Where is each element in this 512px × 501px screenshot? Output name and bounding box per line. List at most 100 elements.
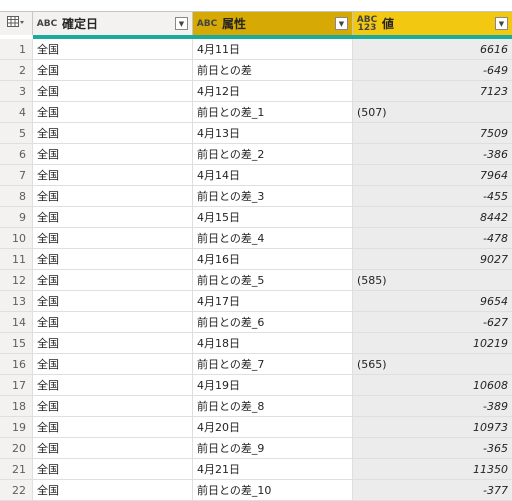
cell-atai[interactable]: 10973 [353,417,512,438]
cell-atai[interactable]: 9027 [353,249,512,270]
cell-atai[interactable]: -389 [353,396,512,417]
row-number[interactable]: 1 [0,39,33,60]
cell-atai[interactable]: 7964 [353,165,512,186]
cell-zokusei[interactable]: 4月21日 [193,459,353,480]
cell-zokusei[interactable]: 4月17日 [193,291,353,312]
table-row[interactable]: 14 全国 前日との差_6 -627 [0,312,512,333]
cell-atai[interactable]: -365 [353,438,512,459]
table-row[interactable]: 8 全国 前日との差_3 -455 [0,186,512,207]
cell-zokusei[interactable]: 4月14日 [193,165,353,186]
table-row[interactable]: 3 全国 4月12日 7123 [0,81,512,102]
cell-zokusei[interactable]: 前日との差_2 [193,144,353,165]
cell-atai[interactable]: 10219 [353,333,512,354]
table-row[interactable]: 21 全国 4月21日 11350 [0,459,512,480]
cell-kakuteibi[interactable]: 全国 [33,81,193,102]
cell-kakuteibi[interactable]: 全国 [33,60,193,81]
cell-zokusei[interactable]: 4月15日 [193,207,353,228]
cell-atai[interactable]: 6616 [353,39,512,60]
cell-kakuteibi[interactable]: 全国 [33,396,193,417]
table-row[interactable]: 22 全国 前日との差_10 -377 [0,480,512,501]
cell-kakuteibi[interactable]: 全国 [33,291,193,312]
text-type-icon[interactable]: ABC [36,19,58,28]
cell-zokusei[interactable]: 前日との差_10 [193,480,353,501]
cell-zokusei[interactable]: 前日との差_1 [193,102,353,123]
table-row[interactable]: 1 全国 4月11日 6616 [0,39,512,60]
filter-dropdown-icon[interactable]: ▼ [335,17,348,30]
row-number[interactable]: 2 [0,60,33,81]
cell-atai[interactable]: (507) [353,102,512,123]
cell-zokusei[interactable]: 前日との差_9 [193,438,353,459]
row-number[interactable]: 8 [0,186,33,207]
cell-atai[interactable]: 7509 [353,123,512,144]
filter-dropdown-icon[interactable]: ▼ [495,17,508,30]
table-row[interactable]: 10 全国 前日との差_4 -478 [0,228,512,249]
row-number[interactable]: 22 [0,480,33,501]
row-number[interactable]: 16 [0,354,33,375]
cell-kakuteibi[interactable]: 全国 [33,186,193,207]
column-header-atai[interactable]: ABC 123 値 ▼ [353,11,512,35]
cell-kakuteibi[interactable]: 全国 [33,417,193,438]
cell-atai[interactable]: 8442 [353,207,512,228]
table-row[interactable]: 18 全国 前日との差_8 -389 [0,396,512,417]
row-number[interactable]: 11 [0,249,33,270]
cell-kakuteibi[interactable]: 全国 [33,312,193,333]
cell-kakuteibi[interactable]: 全国 [33,207,193,228]
cell-zokusei[interactable]: 前日との差_5 [193,270,353,291]
cell-zokusei[interactable]: 前日との差 [193,60,353,81]
row-number[interactable]: 20 [0,438,33,459]
cell-kakuteibi[interactable]: 全国 [33,459,193,480]
cell-zokusei[interactable]: 4月19日 [193,375,353,396]
row-number[interactable]: 3 [0,81,33,102]
table-row[interactable]: 17 全国 4月19日 10608 [0,375,512,396]
cell-zokusei[interactable]: 4月13日 [193,123,353,144]
row-number[interactable]: 7 [0,165,33,186]
cell-zokusei[interactable]: 4月16日 [193,249,353,270]
row-number[interactable]: 5 [0,123,33,144]
table-row[interactable]: 19 全国 4月20日 10973 [0,417,512,438]
cell-zokusei[interactable]: 4月18日 [193,333,353,354]
cell-zokusei[interactable]: 4月11日 [193,39,353,60]
table-row[interactable]: 7 全国 4月14日 7964 [0,165,512,186]
cell-kakuteibi[interactable]: 全国 [33,354,193,375]
row-number[interactable]: 14 [0,312,33,333]
cell-atai[interactable]: 9654 [353,291,512,312]
cell-atai[interactable]: -377 [353,480,512,501]
cell-kakuteibi[interactable]: 全国 [33,249,193,270]
column-header-zokusei[interactable]: ABC 属性 ▼ [193,11,353,35]
table-row[interactable]: 12 全国 前日との差_5 (585) [0,270,512,291]
table-row[interactable]: 2 全国 前日との差 -649 [0,60,512,81]
cell-atai[interactable]: (585) [353,270,512,291]
table-row[interactable]: 9 全国 4月15日 8442 [0,207,512,228]
any-type-icon[interactable]: ABC 123 [356,15,378,32]
table-row[interactable]: 11 全国 4月16日 9027 [0,249,512,270]
cell-kakuteibi[interactable]: 全国 [33,480,193,501]
cell-atai[interactable]: (565) [353,354,512,375]
row-number[interactable]: 15 [0,333,33,354]
cell-zokusei[interactable]: 前日との差_4 [193,228,353,249]
cell-kakuteibi[interactable]: 全国 [33,123,193,144]
cell-kakuteibi[interactable]: 全国 [33,228,193,249]
text-type-icon[interactable]: ABC [196,19,218,28]
table-row[interactable]: 4 全国 前日との差_1 (507) [0,102,512,123]
cell-zokusei[interactable]: 前日との差_3 [193,186,353,207]
cell-kakuteibi[interactable]: 全国 [33,39,193,60]
cell-zokusei[interactable]: 前日との差_8 [193,396,353,417]
row-number[interactable]: 6 [0,144,33,165]
row-number[interactable]: 12 [0,270,33,291]
cell-kakuteibi[interactable]: 全国 [33,102,193,123]
row-number[interactable]: 9 [0,207,33,228]
cell-zokusei[interactable]: 4月12日 [193,81,353,102]
cell-atai[interactable]: -455 [353,186,512,207]
row-number[interactable]: 21 [0,459,33,480]
table-row[interactable]: 13 全国 4月17日 9654 [0,291,512,312]
cell-atai[interactable]: 7123 [353,81,512,102]
table-row[interactable]: 20 全国 前日との差_9 -365 [0,438,512,459]
cell-kakuteibi[interactable]: 全国 [33,270,193,291]
cell-atai[interactable]: -478 [353,228,512,249]
row-number[interactable]: 4 [0,102,33,123]
row-number[interactable]: 17 [0,375,33,396]
table-row[interactable]: 6 全国 前日との差_2 -386 [0,144,512,165]
column-header-kakuteibi[interactable]: ABC 確定日 ▼ [33,11,193,35]
filter-dropdown-icon[interactable]: ▼ [175,17,188,30]
cell-zokusei[interactable]: 前日との差_7 [193,354,353,375]
